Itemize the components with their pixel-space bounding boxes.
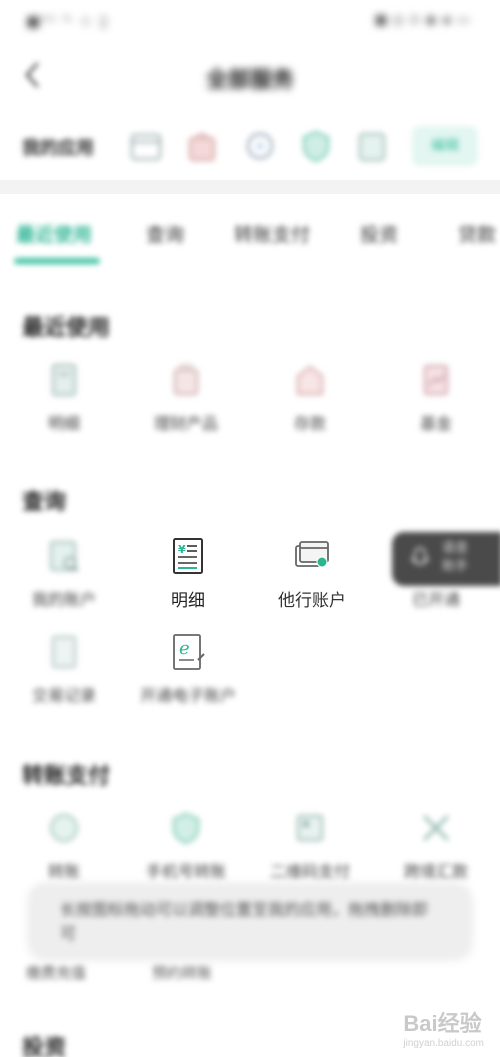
- shield-icon[interactable]: [296, 126, 336, 166]
- e-account-icon: e: [173, 634, 205, 670]
- grid-label: 跨境汇款: [403, 862, 468, 881]
- grid-label: 理财产品: [153, 414, 218, 433]
- phone-transfer-icon: [173, 812, 199, 845]
- fund-icon: [424, 365, 448, 395]
- section-title-invest: 投资: [22, 1036, 67, 1057]
- tab-transfer[interactable]: 转账支付: [234, 220, 310, 247]
- grid-item-bill-pay[interactable]: 缴费充值: [26, 962, 86, 983]
- status-bar-left: ■ᴵᴸᴸ ᴵᴸ ☆ ▯: [26, 12, 109, 30]
- bag-icon[interactable]: [182, 126, 222, 166]
- header: 全部服务: [0, 52, 500, 104]
- grid-label: 明细: [47, 414, 80, 433]
- watermark-logo: Bai经验 jingyan.baidu.com: [403, 1011, 484, 1049]
- tab-query[interactable]: 查询: [146, 220, 184, 247]
- grid-label: 开通电子账户: [139, 686, 236, 705]
- grid-label: 已开通: [411, 590, 460, 609]
- hint-toast-text: 长按图标拖动可以调整位置至我的应用，拖拽删除即可: [60, 900, 429, 943]
- grid-label: 手机号转账: [145, 862, 226, 881]
- edit-button[interactable]: 编辑: [412, 126, 478, 166]
- section-title-recent: 最近使用: [22, 316, 111, 341]
- microphone-icon: [410, 547, 430, 565]
- category-tabs: 最近使用 查询 转账支付 投资 贷款: [0, 208, 500, 274]
- grid-item-transaction-record[interactable]: 交易记录: [4, 632, 124, 722]
- grid-item-fund[interactable]: 基金: [376, 360, 496, 450]
- cross-border-icon: [422, 814, 450, 842]
- grid-label: 二维码支付: [269, 862, 350, 881]
- grid-item-e-account[interactable]: e 开通电子账户: [128, 632, 248, 722]
- grid-item-wealth[interactable]: 理财产品: [126, 360, 246, 450]
- other-bank-card-icon: [295, 541, 329, 568]
- status-bar-right: ■ ◎ ⊙ ◉ ◈ ▭: [374, 12, 470, 28]
- refresh-icon[interactable]: [240, 126, 280, 166]
- calendar-icon[interactable]: [126, 126, 166, 166]
- grid-label: 明细: [171, 591, 205, 611]
- grid-item-scheduled-transfer[interactable]: 预约转账: [152, 962, 212, 983]
- transaction-record-icon: [52, 636, 76, 668]
- account-search-icon: [50, 541, 79, 572]
- receipt-icon: ¥: [173, 538, 203, 574]
- grid-label: 我的账户: [31, 590, 96, 609]
- voice-assistant-tab[interactable]: 语音 助手: [392, 532, 500, 586]
- svg-text:¥: ¥: [178, 543, 186, 556]
- grid-label: 他行账户: [278, 591, 346, 611]
- grid-item-deposit[interactable]: 存款: [250, 360, 370, 450]
- section-title-query: 查询: [22, 490, 67, 515]
- section-title-transfer: 转账支付: [22, 764, 111, 789]
- grid-label: 转账: [47, 862, 80, 881]
- grid-label: 交易记录: [31, 686, 96, 705]
- my-apps-label: 我的应用: [22, 138, 94, 159]
- grid-item-query-detail[interactable]: ¥ 明细: [128, 536, 248, 626]
- wealth-icon: [174, 365, 198, 395]
- grid-item-my-account[interactable]: 我的账户: [4, 536, 124, 626]
- tab-recent[interactable]: 最近使用: [16, 220, 92, 247]
- grid-label: 存款: [293, 414, 326, 433]
- deposit-icon: [297, 365, 323, 395]
- active-tab-indicator: [14, 258, 100, 264]
- card-icon[interactable]: [352, 126, 392, 166]
- my-apps-bar: 我的应用 编辑: [0, 118, 500, 176]
- transfer-icon: [50, 814, 78, 842]
- document-icon: [52, 364, 76, 396]
- status-bar: ■ᴵᴸᴸ ᴵᴸ ☆ ▯ ■ ◎ ⊙ ◉ ◈ ▭: [0, 0, 500, 44]
- grid-item-recent-detail[interactable]: 明细: [4, 360, 124, 450]
- page-title: 全部服务: [205, 68, 294, 93]
- tab-invest[interactable]: 投资: [360, 220, 398, 247]
- grid-label: 基金: [419, 414, 452, 433]
- section-divider: [0, 180, 500, 194]
- svg-text:e: e: [179, 638, 190, 659]
- voice-assistant-label: 语音 助手: [442, 541, 469, 574]
- hint-toast: 长按图标拖动可以调整位置至我的应用，拖拽删除即可: [30, 884, 470, 956]
- tab-loan[interactable]: 贷款: [458, 220, 496, 247]
- qr-pay-icon: [297, 815, 323, 841]
- grid-item-other-bank[interactable]: 他行账户: [252, 536, 372, 626]
